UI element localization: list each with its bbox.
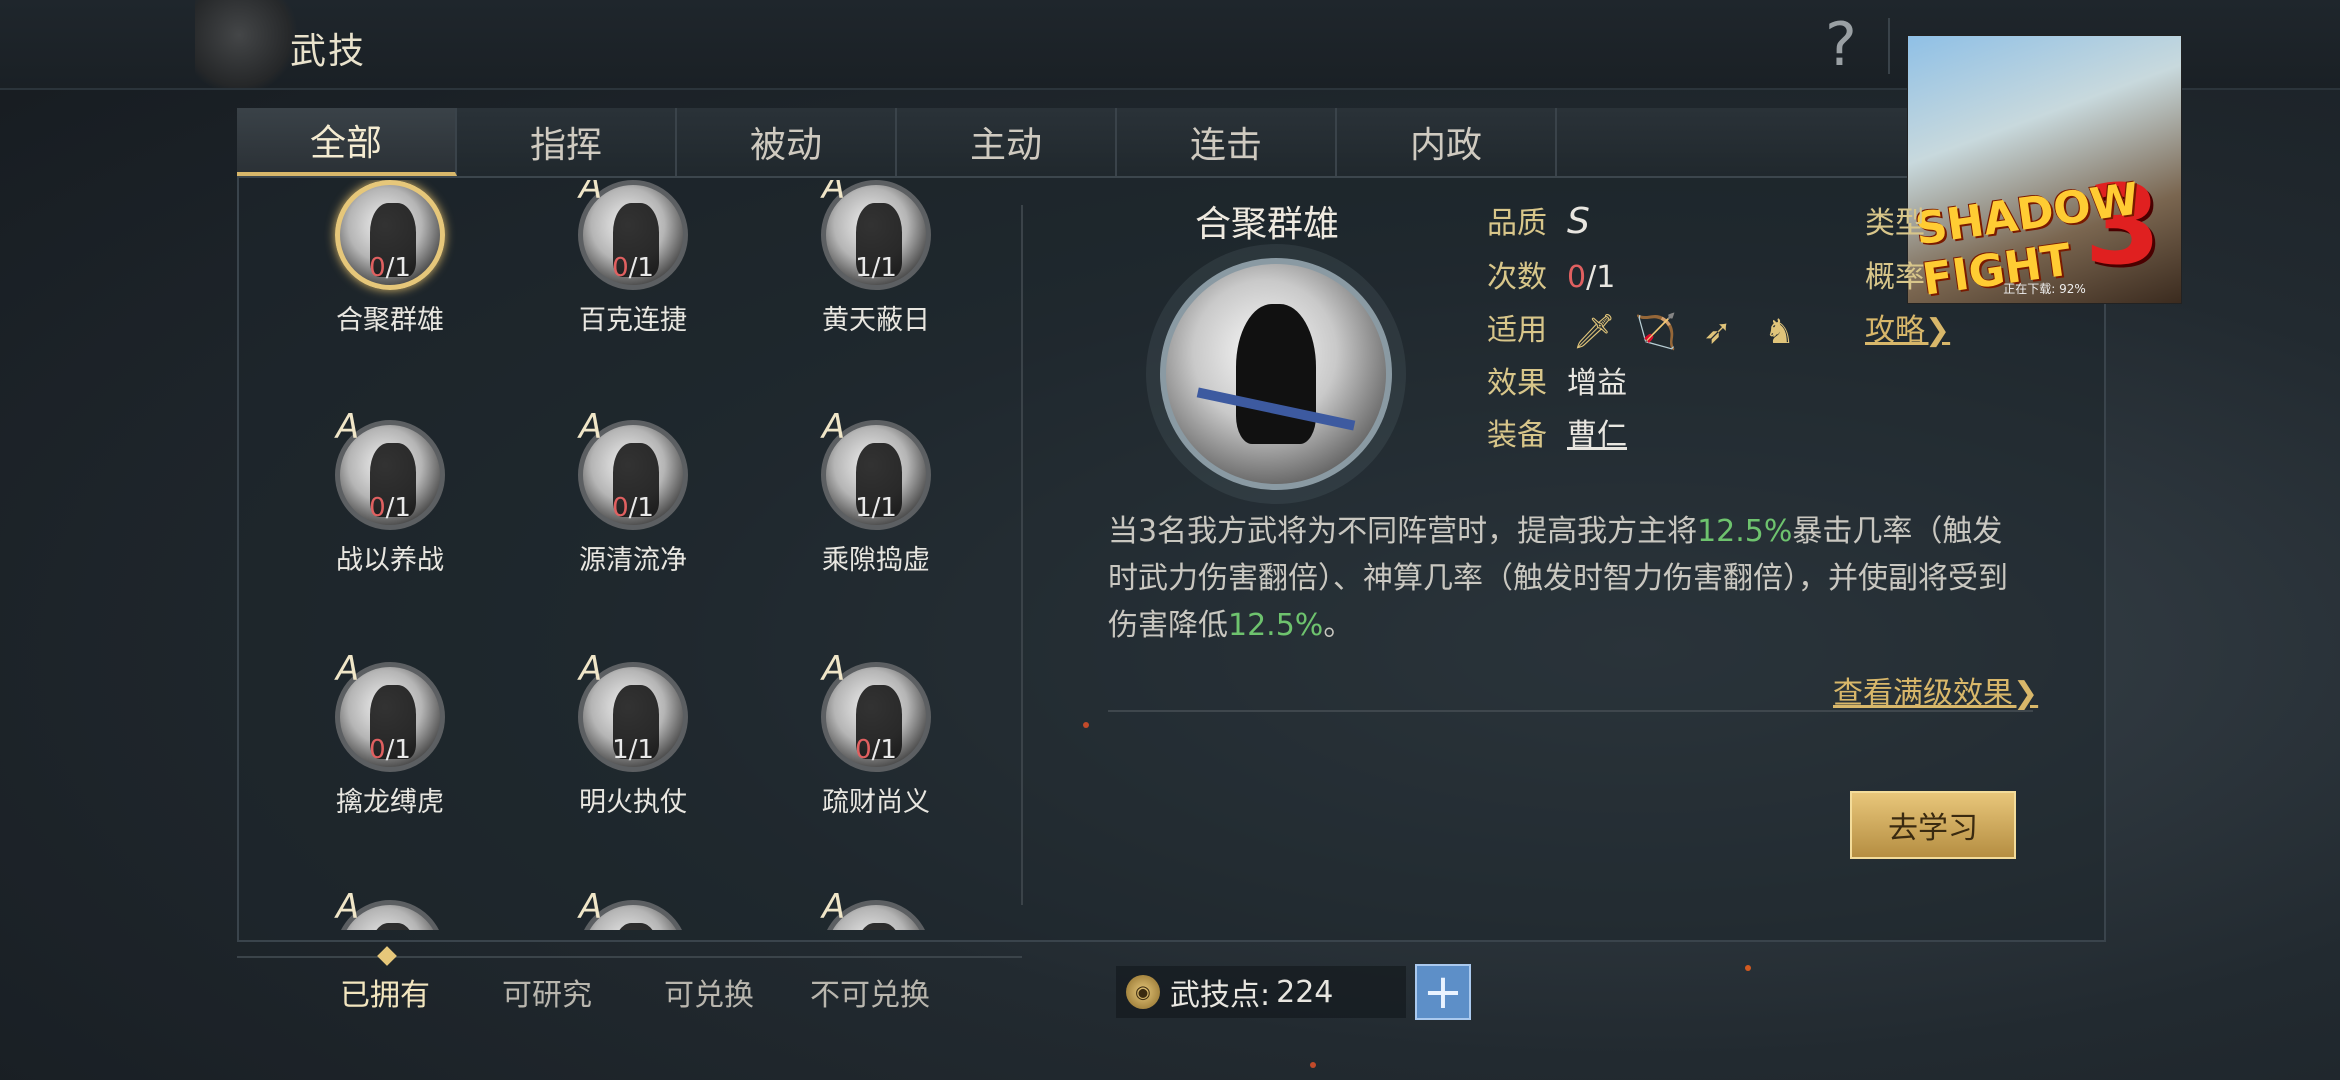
skill-icon: A 0/1 xyxy=(578,180,688,290)
equip-row: 装备 曹仁 xyxy=(1487,418,1627,453)
filter-researchable[interactable]: 可研究 xyxy=(502,970,592,1014)
chevron-right-icon: ❯ xyxy=(1925,313,1951,348)
skill-item[interactable]: A 0/1 疏财尚义 xyxy=(786,649,966,862)
add-points-button[interactable]: + xyxy=(1415,964,1471,1020)
skill-item[interactable]: A xyxy=(543,887,723,930)
skill-name: 黄天蔽日 xyxy=(822,305,930,336)
guide-link[interactable]: 攻略❯ xyxy=(1865,305,1950,349)
skill-item[interactable]: A 0/1 源清流净 xyxy=(543,407,723,620)
filter-owned[interactable]: 已拥有 xyxy=(340,970,430,1014)
skill-icon: A 0/1 xyxy=(335,407,445,530)
skill-icon: A 1/1 xyxy=(821,407,931,530)
skill-name: 明火执仗 xyxy=(579,787,687,818)
skill-points: ◉ 武技点: 224 xyxy=(1116,966,1406,1018)
skill-icon: A 1/1 xyxy=(578,649,688,772)
ad-banner[interactable]: 3 SHADOW FIGHT 正在下载: 92% xyxy=(1907,35,2182,304)
help-icon[interactable]: ? xyxy=(1825,10,1857,80)
probability-row: 概率 xyxy=(1865,260,1925,295)
effect-row: 效果 增益 xyxy=(1487,366,1627,401)
tab-passive[interactable]: 被动 xyxy=(677,108,897,176)
header-divider xyxy=(1888,18,1890,74)
filter-track xyxy=(237,956,1022,958)
skill-icon: A 0/1 xyxy=(821,649,931,772)
learn-button[interactable]: 去学习 xyxy=(1850,791,2016,859)
skill-point-coin-icon: ◉ xyxy=(1126,975,1160,1009)
spear-icon: ➶ xyxy=(1703,311,1732,352)
bow-icon: 🏹 xyxy=(1634,311,1677,352)
skill-name: 擒龙缚虎 xyxy=(336,787,444,818)
detail-skill-name: 合聚群雄 xyxy=(1195,204,1340,245)
tab-command[interactable]: 指挥 xyxy=(457,108,677,176)
dragon-emblem-icon xyxy=(195,0,305,88)
chevron-right-icon: ❯ xyxy=(2013,676,2039,711)
filter-indicator xyxy=(377,946,397,966)
skill-icon: A 1/1 xyxy=(821,180,931,290)
skill-item[interactable]: A xyxy=(300,887,480,930)
skill-grid: 0/1 合聚群雄 A 0/1 百克连捷 A 1/1 黄天蔽日 A 0/1 战以养… xyxy=(300,180,1000,930)
skill-points-label: 武技点: xyxy=(1170,978,1271,1013)
skill-item[interactable]: 0/1 合聚群雄 xyxy=(300,180,480,380)
ad-download-progress: 正在下载: 92% xyxy=(2003,282,2086,296)
tab-combo[interactable]: 连击 xyxy=(1117,108,1337,176)
skill-item[interactable]: A 0/1 战以养战 xyxy=(300,407,480,620)
skill-description: 当3名我方武将为不同阵营时，提高我方主将12.5%暴击几率（触发时武力伤害翻倍）… xyxy=(1108,514,2008,643)
ember-particle xyxy=(1310,1062,1316,1068)
skill-item[interactable]: A 1/1 黄天蔽日 xyxy=(786,180,966,380)
horse-icon: ♞ xyxy=(1764,311,1795,352)
skill-icon: A xyxy=(821,887,931,930)
skill-item[interactable]: A xyxy=(786,887,966,930)
skill-item[interactable]: A 0/1 百克连捷 xyxy=(543,180,723,380)
quality-row: 品质 S xyxy=(1487,201,1590,242)
tab-internal-affairs[interactable]: 内政 xyxy=(1337,108,1557,176)
ember-particle xyxy=(1745,965,1751,971)
type-row: 类型 xyxy=(1865,206,1925,241)
view-full-effect-link[interactable]: 查看满级效果❯ xyxy=(1833,668,2038,712)
skill-name: 乘隙捣虚 xyxy=(822,545,930,576)
skill-icon: A xyxy=(335,887,445,930)
tab-all[interactable]: 全部 xyxy=(237,108,457,176)
skill-name: 疏财尚义 xyxy=(822,787,930,818)
skill-item[interactable]: A 1/1 乘隙捣虚 xyxy=(786,407,966,620)
tab-active[interactable]: 主动 xyxy=(897,108,1117,176)
skill-icon: A xyxy=(578,887,688,930)
skill-icon: 0/1 xyxy=(335,180,445,290)
skill-item[interactable]: A 0/1 擒龙缚虎 xyxy=(300,649,480,862)
sword-icon: 🗡 xyxy=(1572,311,1616,352)
skill-name: 合聚群雄 xyxy=(336,305,444,336)
equip-general-link[interactable]: 曹仁 xyxy=(1567,418,1627,453)
suitable-row: 适用 🗡 🏹 ➶ ♞ xyxy=(1487,305,1801,351)
count-row: 次数 0/1 xyxy=(1487,260,1616,295)
skill-name: 百克连捷 xyxy=(579,305,687,336)
detail-skill-icon xyxy=(1160,258,1392,490)
ember-particle xyxy=(1083,722,1089,728)
skill-icon: A 0/1 xyxy=(578,407,688,530)
panel-divider xyxy=(1021,205,1023,905)
page-title: 武技 xyxy=(290,31,367,72)
filter-not-exchangeable[interactable]: 不可兑换 xyxy=(810,970,930,1014)
category-tabs: 全部 指挥 被动 主动 连击 内政 xyxy=(237,108,2037,178)
skill-name: 战以养战 xyxy=(336,545,444,576)
skill-item[interactable]: A 1/1 明火执仗 xyxy=(543,649,723,862)
skill-name: 源清流净 xyxy=(579,545,687,576)
filter-exchangeable[interactable]: 可兑换 xyxy=(664,970,754,1014)
skill-points-value: 224 xyxy=(1276,974,1334,1010)
detail-divider xyxy=(1108,710,2033,712)
skill-icon: A 0/1 xyxy=(335,649,445,772)
